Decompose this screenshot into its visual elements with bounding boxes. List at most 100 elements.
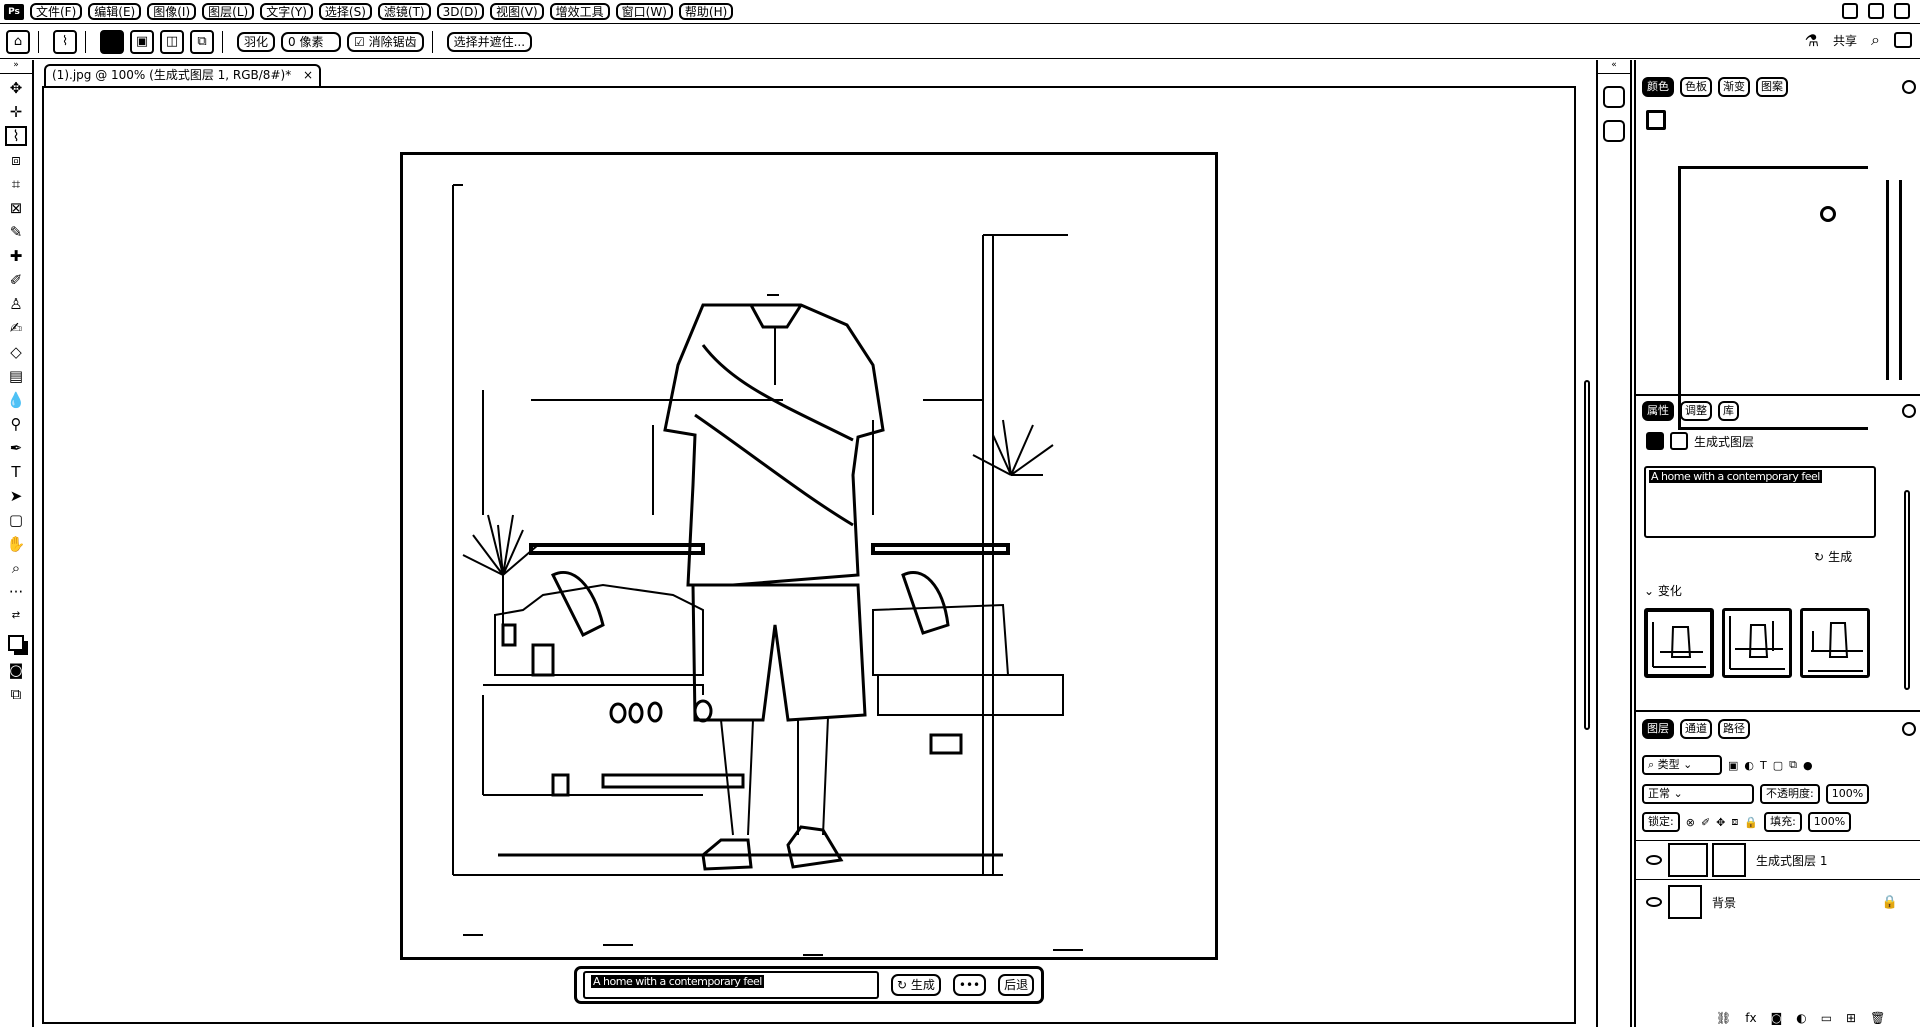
visibility-eye-icon[interactable] — [1646, 855, 1662, 865]
properties-scrollbar[interactable] — [1904, 490, 1910, 690]
flask-icon[interactable]: ⚗ — [1805, 31, 1819, 50]
add-mask-icon[interactable]: ◙ — [1771, 1011, 1783, 1025]
document-image[interactable] — [400, 152, 1218, 960]
tab-paths[interactable]: 路径 — [1718, 719, 1750, 739]
quick-mask-icon[interactable]: ◙ — [5, 660, 27, 680]
menu-window[interactable]: 窗口(W) — [615, 3, 673, 20]
tab-properties[interactable]: 属性 — [1642, 401, 1674, 421]
menu-help[interactable]: 帮助(H) — [678, 3, 734, 20]
type-tool-icon[interactable]: T — [5, 462, 27, 482]
share-button[interactable]: 共享 — [1833, 32, 1857, 49]
more-options-button[interactable]: ••• — [952, 974, 987, 996]
zoom-tool-icon[interactable]: ⌕ — [5, 558, 27, 578]
pen-tool-icon[interactable]: ✒ — [5, 438, 27, 458]
swap-colors-icon[interactable]: ⇄ — [5, 606, 27, 626]
panel-menu-icon[interactable] — [1902, 722, 1916, 736]
menu-file[interactable]: 文件(F) — [30, 3, 83, 20]
blend-mode-select[interactable]: 正常 ⌄ — [1642, 784, 1754, 804]
hue-slider[interactable] — [1886, 180, 1902, 380]
tab-color[interactable]: 颜色 — [1642, 77, 1674, 97]
menu-filter[interactable]: 滤镜(T) — [377, 3, 431, 20]
menu-image[interactable]: 图像(I) — [147, 3, 197, 20]
variation-thumbnail-3[interactable] — [1800, 608, 1870, 678]
delete-layer-icon[interactable]: 🗑 — [1870, 1011, 1885, 1025]
healing-brush-tool-icon[interactable]: ✚ — [5, 246, 27, 266]
visibility-eye-icon[interactable] — [1646, 897, 1662, 907]
comments-panel-icon[interactable] — [1603, 120, 1625, 142]
panel-menu-icon[interactable] — [1902, 404, 1916, 418]
home-icon[interactable]: ⌂ — [6, 29, 30, 54]
properties-generate-button[interactable]: ↻ 生成 — [1814, 548, 1852, 565]
menu-layer[interactable]: 图层(L) — [202, 3, 255, 20]
variation-thumbnail-1[interactable] — [1644, 608, 1714, 678]
vertical-scrollbar[interactable] — [1584, 380, 1590, 730]
variations-header[interactable]: ⌄ 变化 — [1644, 582, 1682, 599]
variation-thumbnail-2[interactable] — [1722, 608, 1792, 678]
color-field[interactable] — [1678, 166, 1868, 430]
filter-kind-select[interactable]: ⌕ 类型 ⌄ — [1642, 755, 1722, 775]
learn-panel-icon[interactable] — [1603, 86, 1625, 108]
tab-swatches[interactable]: 色板 — [1680, 77, 1712, 97]
foreground-background-color-icon[interactable] — [5, 630, 27, 656]
menu-edit[interactable]: 编辑(E) — [88, 3, 142, 20]
pixel-filter-icon[interactable]: ▣ — [1728, 759, 1738, 772]
artboard-tool-icon[interactable]: ✛ — [5, 102, 27, 122]
move-tool-icon[interactable]: ✥ — [5, 78, 27, 98]
new-layer-icon[interactable]: ⊞ — [1846, 1011, 1856, 1025]
intersect-selection-icon[interactable]: ⧉ — [190, 29, 214, 54]
smart-object-filter-icon[interactable]: ⧉ — [1789, 758, 1797, 772]
opacity-input[interactable]: 100% — [1825, 784, 1870, 804]
restore-button[interactable] — [1868, 3, 1884, 19]
path-select-tool-icon[interactable]: ➤ — [5, 486, 27, 506]
eraser-tool-icon[interactable]: ◇ — [5, 342, 27, 362]
lock-position-icon[interactable]: ✥ — [1716, 816, 1725, 829]
tab-libraries[interactable]: 库 — [1718, 401, 1739, 421]
generate-button[interactable]: ↻ 生成 — [891, 974, 941, 996]
lock-image-icon[interactable]: ✐ — [1701, 816, 1710, 829]
menu-3d[interactable]: 3D(D) — [436, 3, 485, 20]
color-picker-cursor[interactable] — [1820, 206, 1836, 222]
new-selection-icon[interactable] — [100, 29, 124, 54]
lasso-tool-icon[interactable]: ⌇ — [5, 126, 27, 146]
expand-panels-icon[interactable]: « — [1598, 60, 1630, 74]
foreground-swatch[interactable] — [1646, 110, 1666, 130]
generate-prompt-input[interactable]: A home with a contemporary feel — [583, 971, 879, 999]
adjustment-filter-icon[interactable]: ◐ — [1744, 759, 1754, 772]
object-select-tool-icon[interactable]: ⧈ — [5, 150, 27, 170]
rectangle-tool-icon[interactable]: ▢ — [5, 510, 27, 530]
search-icon[interactable]: ⌕ — [1871, 30, 1880, 50]
lock-all-icon[interactable]: 🔒 — [1744, 816, 1758, 829]
workspace-icon[interactable] — [1894, 32, 1912, 48]
tools-collapse-icon[interactable]: » — [0, 60, 32, 74]
eyedropper-tool-icon[interactable]: ✎ — [5, 222, 27, 242]
menu-view[interactable]: 视图(V) — [490, 3, 544, 20]
fill-input[interactable]: 100% — [1807, 812, 1852, 832]
type-filter-icon[interactable]: T — [1760, 759, 1767, 772]
link-layers-icon[interactable]: ⛓ — [1716, 1011, 1731, 1025]
feather-input[interactable]: 0 像素 — [281, 31, 342, 52]
crop-tool-icon[interactable]: ⌗ — [5, 174, 27, 194]
new-group-icon[interactable]: ▭ — [1821, 1011, 1832, 1025]
screen-mode-icon[interactable]: ⧉ — [5, 684, 27, 704]
frame-tool-icon[interactable]: ⊠ — [5, 198, 27, 218]
tab-patterns[interactable]: 图案 — [1756, 77, 1788, 97]
menu-type[interactable]: 文字(Y) — [260, 3, 313, 20]
lasso-tool-preset-icon[interactable]: ⌇ — [53, 29, 77, 54]
panel-menu-icon[interactable] — [1902, 80, 1916, 94]
lock-transparent-icon[interactable]: ⊗ — [1686, 816, 1695, 829]
menu-select[interactable]: 选择(S) — [318, 3, 372, 20]
adjustment-layer-icon[interactable]: ◐ — [1796, 1011, 1806, 1025]
subtract-selection-icon[interactable]: ◫ — [160, 29, 184, 54]
tab-layers[interactable]: 图层 — [1642, 719, 1674, 739]
hand-tool-icon[interactable]: ✋ — [5, 534, 27, 554]
undo-button[interactable]: 后退 — [998, 974, 1035, 996]
tab-adjustments[interactable]: 调整 — [1680, 401, 1712, 421]
close-tab-icon[interactable]: × — [303, 68, 313, 82]
tab-channels[interactable]: 通道 — [1680, 719, 1712, 739]
dodge-tool-icon[interactable]: ⚲ — [5, 414, 27, 434]
filter-toggle-icon[interactable]: ● — [1803, 759, 1813, 772]
antialias-checkbox[interactable]: ☑ 消除锯齿 — [347, 31, 424, 52]
fx-icon[interactable]: fx — [1745, 1011, 1756, 1025]
lock-artboard-icon[interactable]: ⧈ — [1731, 815, 1738, 829]
properties-prompt-input[interactable]: A home with a contemporary feel — [1644, 466, 1876, 538]
